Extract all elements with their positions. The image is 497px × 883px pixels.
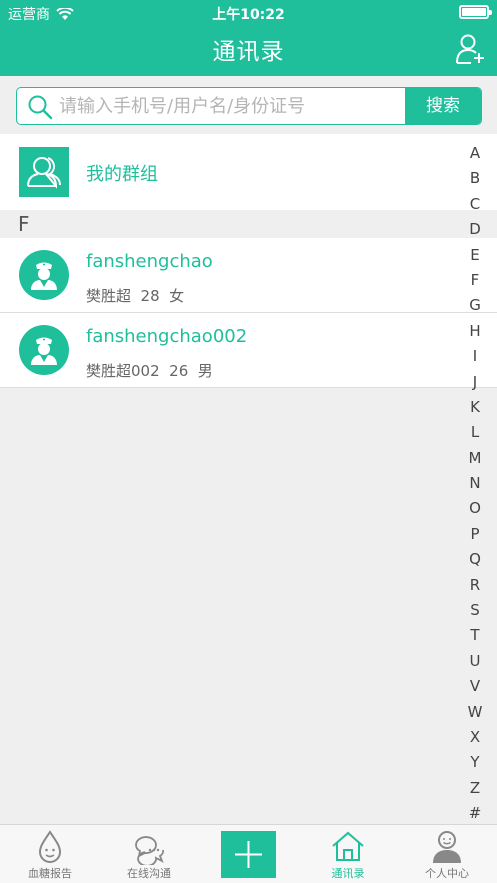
contact-list: 我的群组 F fanshengchao 樊胜超 28 女 fanshengcha… (0, 134, 497, 388)
nurse-avatar-icon (19, 250, 69, 300)
alphabet-index[interactable]: A B C D E F G H I J K L M N O P Q R S T U V W X Y Z # (467, 141, 483, 827)
add-contact-icon[interactable] (455, 33, 487, 65)
contact-row[interactable]: fanshengchao002 樊胜超002 26 男 (0, 313, 497, 388)
index-letter[interactable]: Q (467, 547, 483, 572)
status-bar: 运营商 上午10:22 (0, 0, 497, 26)
index-letter[interactable]: F (467, 268, 483, 293)
index-letter[interactable]: Z (467, 776, 483, 801)
index-letter[interactable]: I (467, 344, 483, 369)
section-letter: F (18, 212, 30, 236)
index-letter[interactable]: A (467, 141, 483, 166)
contact-info: 樊胜超002 26 男 (86, 362, 213, 380)
tab-label: 个人中心 (425, 867, 469, 880)
index-letter[interactable]: Y (467, 750, 483, 775)
index-letter[interactable]: D (467, 217, 483, 242)
index-letter[interactable]: X (467, 725, 483, 750)
index-letter[interactable]: K (467, 395, 483, 420)
blood-drop-icon (38, 830, 62, 863)
index-letter[interactable]: T (467, 623, 483, 648)
index-letter[interactable]: # (467, 801, 483, 826)
status-time: 上午10:22 (212, 7, 285, 23)
nav-header: 运营商 上午10:22 通讯录 (0, 0, 497, 76)
index-letter[interactable]: B (467, 166, 483, 191)
index-letter[interactable]: E (467, 243, 483, 268)
tab-label: 血糖报告 (28, 867, 72, 880)
search-bar: 搜索 (0, 76, 497, 134)
contact-info: 樊胜超 28 女 (86, 287, 185, 305)
search-icon (28, 95, 53, 120)
tab-blood-sugar-report[interactable]: 血糖报告 (10, 825, 90, 883)
search-button[interactable]: 搜索 (405, 88, 481, 124)
tab-online-chat[interactable]: 在线沟通 (109, 825, 189, 883)
index-letter[interactable]: H (467, 319, 483, 344)
battery-icon (459, 5, 492, 19)
index-letter[interactable]: U (467, 649, 483, 674)
index-letter[interactable]: R (467, 573, 483, 598)
index-letter[interactable]: M (467, 446, 483, 471)
my-groups-row[interactable]: 我的群组 (0, 134, 497, 210)
chat-icon (135, 836, 164, 865)
contact-name: fanshengchao002 (86, 326, 248, 347)
my-groups-label: 我的群组 (86, 164, 158, 185)
group-icon (19, 147, 69, 197)
index-letter[interactable]: C (467, 192, 483, 217)
nurse-avatar-icon (19, 325, 69, 375)
index-letter[interactable]: L (467, 420, 483, 445)
tab-personal-center[interactable]: 个人中心 (407, 825, 487, 883)
tab-label: 在线沟通 (127, 867, 171, 880)
page-title: 通讯录 (212, 39, 285, 65)
index-letter[interactable]: J (467, 370, 483, 395)
contact-name: fanshengchao (86, 251, 213, 272)
tab-label: 通讯录 (331, 867, 365, 880)
index-letter[interactable]: G (467, 293, 483, 318)
index-letter[interactable]: O (467, 496, 483, 521)
index-letter[interactable]: W (467, 700, 483, 725)
tab-contacts[interactable]: 通讯录 (308, 825, 388, 883)
search-box: 搜索 (16, 87, 482, 125)
index-letter[interactable]: V (467, 674, 483, 699)
person-icon (433, 831, 461, 863)
home-icon (332, 831, 364, 861)
index-letter[interactable]: N (467, 471, 483, 496)
contact-row[interactable]: fanshengchao 樊胜超 28 女 (0, 238, 497, 313)
index-letter[interactable]: S (467, 598, 483, 623)
search-input[interactable] (59, 92, 399, 120)
index-letter[interactable]: P (467, 522, 483, 547)
tab-bar: 血糖报告 在线沟通 通讯录 个人中心 (0, 824, 497, 883)
section-header: F (0, 210, 497, 238)
plus-icon (235, 841, 262, 868)
add-button[interactable] (221, 831, 276, 878)
